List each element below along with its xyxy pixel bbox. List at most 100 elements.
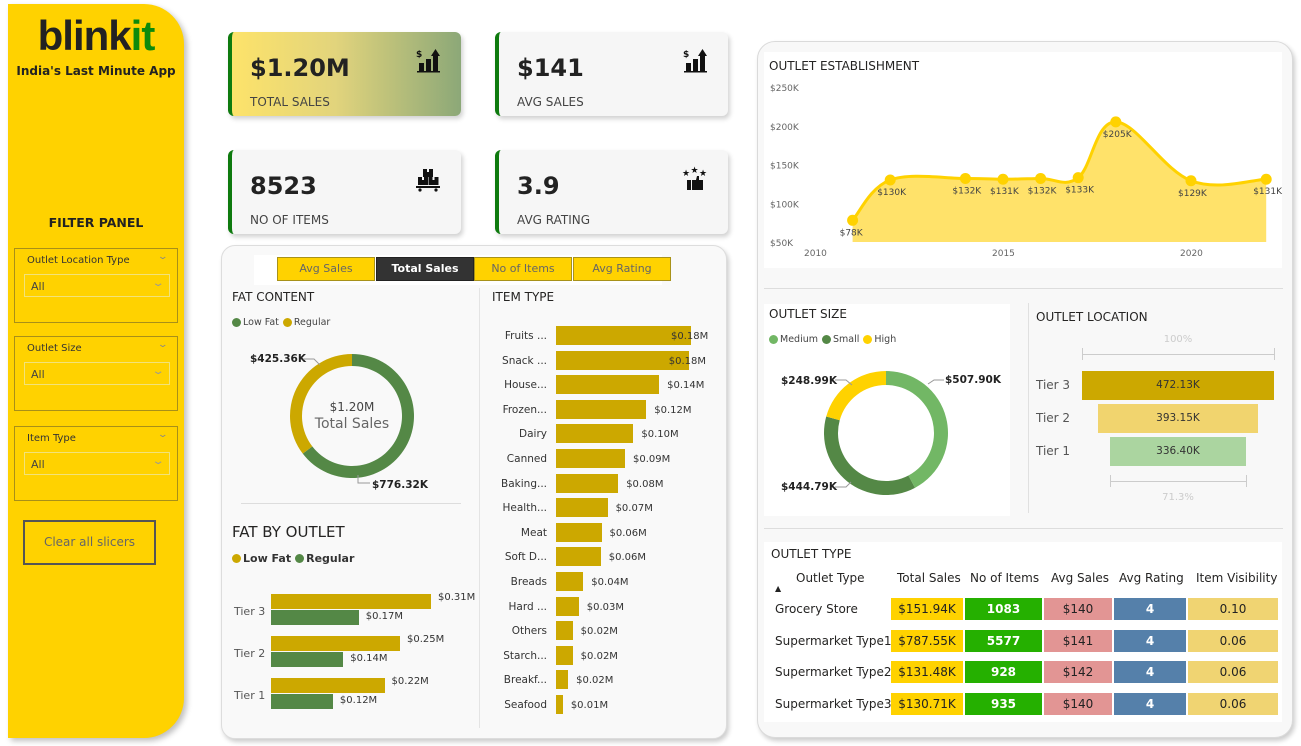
data-point [959,172,971,184]
table-cell: 0.06 [1188,629,1278,652]
bar[interactable] [556,695,563,714]
category-label: Tier 3 [1036,378,1071,392]
data-label: $0.14M [350,653,388,664]
column-header-outlet-type[interactable]: Outlet Type [796,571,865,585]
item-type-dropdown[interactable]: All ⌄ [24,452,170,475]
chevron-down-icon: ⌄ [151,456,165,467]
kpi-value: $1.20M [250,54,350,82]
table-cell: $151.94K [891,598,963,620]
category-label: Tier 2 [234,647,266,660]
category-label: Health... [502,502,548,515]
legend-item-medium[interactable]: Medium [769,334,818,345]
category-label: Meat [520,526,547,539]
tagline: India's Last Minute App [16,64,176,78]
legend-label: Regular [293,317,331,328]
bar[interactable] [556,449,626,468]
category-label: Tier 1 [1036,444,1071,458]
legend-item-high[interactable]: High [863,334,896,345]
legend-label: Small [833,334,860,345]
bar-regular[interactable] [271,610,359,625]
svg-text:$: $ [416,50,422,60]
bar[interactable] [556,375,660,395]
bar[interactable] [556,498,608,518]
data-label: $0.12M [654,404,692,416]
data-point [884,174,896,186]
bar[interactable] [556,621,573,641]
bar[interactable] [556,596,579,616]
column-header-item-visibility[interactable]: Item Visibility [1196,571,1277,585]
data-label: $0.18M [668,355,706,367]
data-label: $0.02M [580,650,618,662]
bar[interactable] [556,572,584,591]
y-tick-label: $150K [770,162,800,172]
column-header-avg-sales[interactable]: Avg Sales [1051,571,1109,585]
bar-low-fat[interactable] [271,636,401,651]
chevron-down-icon[interactable]: ⌄ [158,252,169,262]
outlet-size-title: OUTLET SIZE [769,307,847,321]
data-label: $0.22M [391,676,429,687]
legend-item-low-fat[interactable]: Low Fat [232,317,279,328]
y-tick-label: $200K [770,123,800,133]
outlet-establishment-title: OUTLET ESTABLISHMENT [769,59,920,73]
legend-item-regular[interactable]: Regular [282,317,331,328]
column-header-total-sales[interactable]: Total Sales [897,571,961,585]
outlet-size-dropdown[interactable]: All ⌄ [24,362,170,385]
bar[interactable] [556,522,602,542]
data-label: 393.15K [1156,412,1200,424]
bar-regular[interactable] [271,694,333,709]
data-label: $0.03M [586,601,625,613]
data-label: $132K [952,186,982,196]
chevron-down-icon[interactable]: ⌄ [158,340,169,350]
bar[interactable] [556,670,569,690]
logo-accent-text: it [130,12,156,59]
kpi-value: 8523 [250,172,317,200]
sales-growth-icon: $ [416,49,440,73]
bar-regular[interactable] [271,652,344,667]
row-label-outlet-type: Grocery Store [775,602,858,616]
category-label: Tier 1 [234,689,266,702]
slicer-outlet-size: Outlet Size ⌄ All ⌄ [14,336,178,411]
tab-total-sales[interactable]: Total Sales [376,257,474,281]
table-cell: $140 [1044,598,1112,620]
outlet-location-title: OUTLET LOCATION [1036,310,1148,324]
boxes-pallet-icon [416,169,440,192]
outlet-location-dropdown[interactable]: All ⌄ [24,274,170,297]
sort-ascending-icon[interactable]: ▲ [775,584,781,593]
bar-low-fat[interactable] [271,594,431,609]
data-label: $0.02M [580,626,618,638]
data-label: $0.25M [407,634,445,645]
data-label: $0.09M [633,454,671,465]
chevron-down-icon[interactable]: ⌄ [158,430,169,440]
bar[interactable] [556,473,619,493]
data-label: $0.14M [667,380,705,392]
leader-lines [303,358,370,484]
column-header-avg-rating[interactable]: Avg Rating [1119,571,1184,585]
legend-dot [282,318,292,327]
legend-item-small[interactable]: Small [822,334,859,345]
slicer-outlet-location-type: Outlet Location Type ⌄ All ⌄ [14,248,178,323]
dropdown-value: All [31,368,45,381]
category-label: Others [511,625,547,638]
bar[interactable] [556,399,647,419]
bar[interactable] [556,645,573,665]
tab-avg-sales[interactable]: Avg Sales [277,257,375,281]
row-label-outlet-type: Supermarket Type1 [775,633,892,648]
bar[interactable] [556,547,601,567]
column-header-no-of-items[interactable]: No of Items [970,571,1039,585]
legend-dot [232,318,241,327]
svg-text:★: ★ [691,166,699,176]
fat-by-outlet-title: FAT BY OUTLET [232,523,345,541]
clear-all-slicers-button[interactable]: Clear all slicers [23,520,156,565]
tab-no-of-items[interactable]: No of Items [474,257,572,281]
legend-dot [769,335,778,344]
tab-avg-rating[interactable]: Avg Rating [573,257,671,281]
legend-item-regular[interactable]: Regular [295,552,354,565]
category-label: Hard ... [508,600,547,613]
data-point [1072,172,1084,184]
legend-item-low-fat[interactable]: Low Fat [232,552,291,565]
category-label: Tier 3 [234,605,266,618]
bar-low-fat[interactable] [271,678,385,693]
bar[interactable] [556,424,634,444]
category-label: House... [504,379,547,392]
category-label: Seafood [504,699,547,711]
